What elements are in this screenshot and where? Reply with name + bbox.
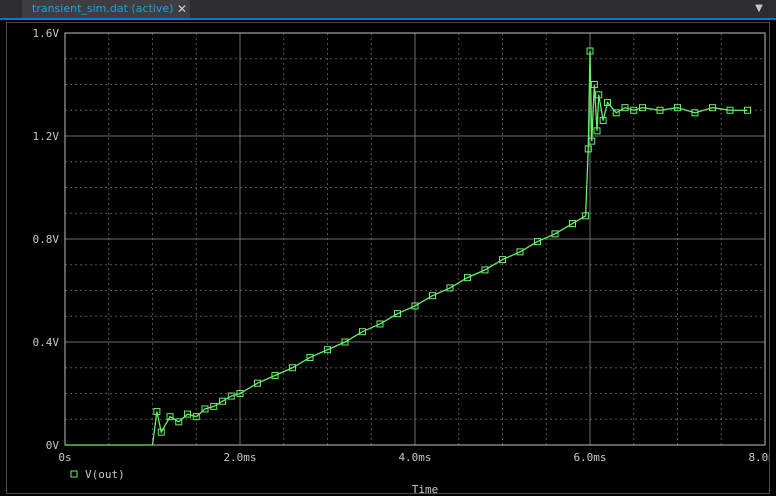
chevron-down-icon[interactable]: ▼ [752,0,766,18]
tab-transient-sim[interactable]: transient_sim.dat (active) [22,0,190,18]
legend-marker [70,470,78,478]
x-tick-label: 0s [58,451,71,464]
x-tick-label: 6.0ms [573,451,606,464]
y-tick-label: 0.8V [33,233,60,246]
y-tick-label: 1.2V [33,130,60,143]
x-tick-label: 4.0ms [398,451,431,464]
y-tick-label: 1.6V [33,27,60,40]
waveform-chart: 0s 2.0ms 4.0ms 6.0ms 8.0ms 0V 0.4V 0.8V 1.2V 1.6V… [33,27,770,493]
waveform-plot[interactable]: 0s 2.0ms 4.0ms 6.0ms 8.0ms 0V 0.4V 0.8V 1.2V 1.6V… [6,22,770,494]
legend: V(out) [70,468,125,481]
y-tick-label: 0.4V [33,336,60,349]
x-tick-label: 2.0ms [223,451,256,464]
legend-label: V(out) [85,468,125,481]
tab-title: transient_sim.dat (active) [32,2,174,15]
x-tick-label: 8.0ms [748,451,769,464]
trace-group [65,47,751,446]
tick-labels: 0s 2.0ms 4.0ms 6.0ms 8.0ms 0V 0.4V 0.8V 1.2V 1.6V [33,27,770,464]
x-axis-label: Time [412,483,439,493]
plot-grid [65,33,765,445]
y-tick-label: 0V [46,439,60,452]
close-icon[interactable]: ✕ [176,0,188,18]
document-tab-bar: transient_sim.dat (active) ✕ ▼ [0,0,776,20]
